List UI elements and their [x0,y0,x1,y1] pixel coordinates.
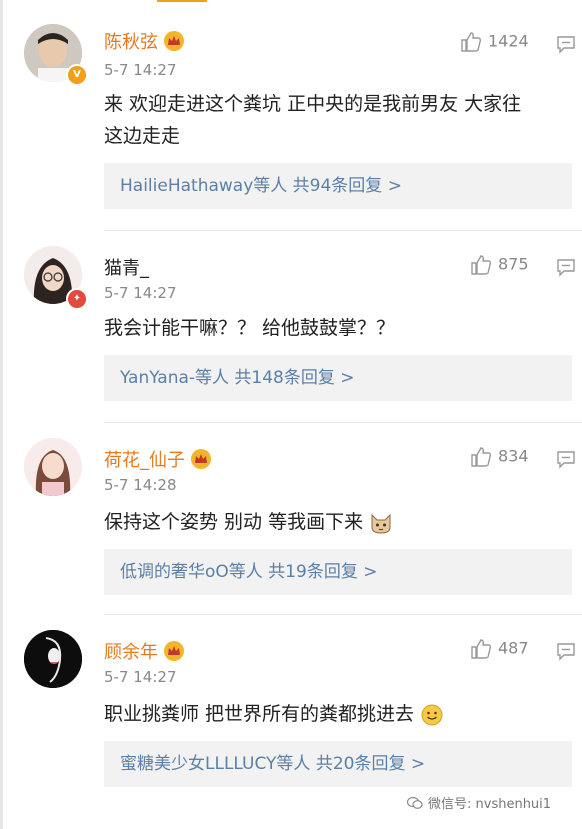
comment-text: 保持这个姿势 别动 等我画下来 [104,506,564,538]
cat-emoji-icon [371,513,391,534]
smile-emoji-icon [421,704,443,725]
username[interactable]: 猫青_ [104,254,149,280]
like-button[interactable]: 875 [470,254,529,276]
reply-summary-link[interactable]: 低调的奢华oO等人 共19条回复 > [104,549,572,595]
verified-badge-icon: ✦ [66,288,88,310]
verified-badge-icon: V [66,64,88,86]
username[interactable]: 荷花_仙子 [104,446,211,472]
comment-text: 我会计能干嘛？？ 给他鼓鼓掌？？ [104,317,396,339]
vip-crown-icon [164,31,184,51]
comment-time: 5-7 14:28 [104,476,177,494]
reply-summary-link[interactable]: HailieHathaway等人 共94条回复 > [104,163,572,209]
like-count: 1424 [488,31,529,51]
comment-time: 5-7 14:27 [104,61,177,79]
reply-icon[interactable] [556,641,576,665]
comment-text: 来 欢迎走进这个粪坑 正中央的是我前男友 大家往 这边走走 [104,93,522,147]
reply-icon[interactable] [556,34,576,58]
avatar[interactable] [24,438,82,496]
comment-item: ✦ 猫青_ 5-7 14:27 875 我会计能干嘛？？ 给他鼓鼓掌？？ Yan… [0,230,582,422]
like-button[interactable]: 487 [470,638,529,660]
comment-time: 5-7 14:27 [104,284,177,302]
watermark: 微信号: nvshenhui1 [406,793,551,814]
like-button[interactable]: 834 [470,446,529,468]
username[interactable]: 顾余年 [104,638,184,664]
wechat-logo-icon [406,796,423,814]
like-count: 875 [498,254,529,274]
comment-item: V 陈秋弦 5-7 14:27 1424 来 欢迎走进这个粪坑 正中央的是我前男… [0,0,582,230]
like-button[interactable]: 1424 [460,31,529,53]
reply-summary-link[interactable]: YanYana-等人 共148条回复 > [104,355,572,401]
comment-text: 职业挑粪师 把世界所有的粪都挑进去 [104,698,564,730]
reply-icon[interactable] [556,449,576,473]
username[interactable]: 陈秋弦 [104,28,184,54]
vip-crown-icon [164,641,184,661]
reply-summary-link[interactable]: 蜜糖美少女LLLLUCY等人 共20条回复 > [104,741,572,787]
comment-item: 顾余年 5-7 14:27 487 职业挑粪师 把世界所有的粪都挑进去 蜜糖美少… [0,614,582,804]
like-count: 834 [498,446,529,466]
vip-crown-icon [191,449,211,469]
reply-icon[interactable] [556,257,576,281]
like-count: 487 [498,638,529,658]
comment-item: 荷花_仙子 5-7 14:28 834 保持这个姿势 别动 等我画下来 低调的奢… [0,422,582,614]
avatar[interactable] [24,630,82,688]
comment-time: 5-7 14:27 [104,668,177,686]
